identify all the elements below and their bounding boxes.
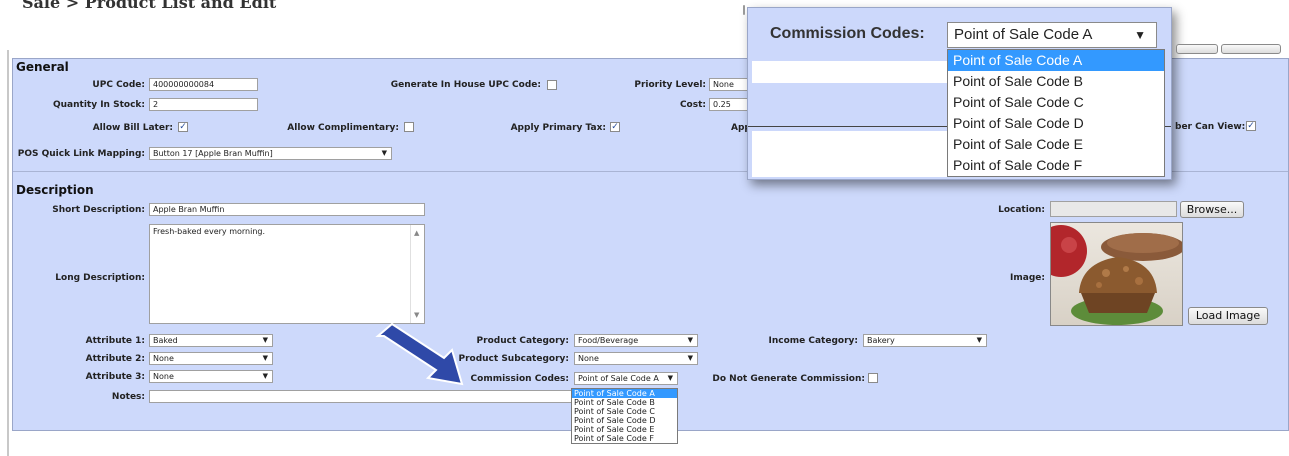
attribute-2-label: Attribute 2:: [85, 354, 145, 364]
zoom-commission-value: Point of Sale Code A: [954, 26, 1093, 43]
primary-tax-label: Apply Primary Tax:: [510, 123, 606, 133]
image-label: Image:: [1010, 273, 1045, 283]
chevron-down-icon: ▼: [976, 336, 982, 344]
attribute-3-select[interactable]: None ▼: [149, 370, 273, 383]
attribute-3-label: Attribute 3:: [85, 372, 145, 382]
upc-input[interactable]: 400000000084: [149, 78, 258, 91]
product-category-label: Product Category:: [476, 336, 569, 346]
arrow-pointer-icon: [375, 322, 464, 386]
browse-button[interactable]: Browse...: [1180, 201, 1244, 218]
product-image: [1050, 222, 1183, 326]
load-image-button[interactable]: Load Image: [1188, 307, 1268, 325]
short-description-input[interactable]: Apple Bran Muffin: [149, 203, 425, 216]
attribute-3-value: None: [153, 372, 174, 381]
attribute-2-value: None: [153, 354, 174, 363]
commission-codes-select[interactable]: Point of Sale Code A ▼: [574, 372, 678, 385]
pos-link-select[interactable]: Button 17 [Apple Bran Muffin] ▼: [149, 147, 392, 160]
generate-upc-label: Generate In House UPC Code:: [390, 80, 541, 90]
product-subcategory-label: Product Subcategory:: [458, 354, 569, 364]
chevron-down-icon: ▼: [667, 374, 673, 382]
chevron-down-icon: ▼: [262, 372, 268, 380]
product-category-select[interactable]: Food/Beverage ▼: [574, 334, 698, 347]
zoom-option[interactable]: Point of Sale Code A: [948, 50, 1164, 71]
breadcrumb: Sale > Product List and Edit: [22, 0, 277, 12]
muffin-image-icon: [1051, 225, 1182, 325]
income-category-select[interactable]: Bakery ▼: [863, 334, 987, 347]
zoom-option[interactable]: Point of Sale Code E: [948, 134, 1164, 155]
quantity-input[interactable]: 2: [149, 98, 258, 111]
complimentary-checkbox[interactable]: [404, 122, 414, 132]
toolbar-button[interactable]: [1176, 44, 1218, 54]
priority-label: Priority Level:: [634, 80, 706, 90]
chevron-down-icon: ▼: [381, 149, 387, 157]
notes-label: Notes:: [111, 392, 145, 402]
attribute-1-value: Baked: [153, 336, 178, 345]
generate-upc-checkbox[interactable]: [547, 80, 557, 90]
zoom-commission-select[interactable]: Point of Sale Code A ▼: [947, 22, 1157, 48]
zoom-option[interactable]: Point of Sale Code D: [948, 113, 1164, 134]
commission-option[interactable]: Point of Sale Code E: [572, 425, 677, 434]
commission-option[interactable]: Point of Sale Code A: [572, 389, 677, 398]
location-input[interactable]: [1050, 201, 1177, 217]
primary-tax-checkbox[interactable]: ✓: [610, 122, 620, 132]
long-description-textarea[interactable]: Fresh-baked every morning. ▲ ▼: [149, 224, 425, 324]
cost-label: Cost:: [679, 100, 706, 110]
zoom-options-list[interactable]: Point of Sale Code A Point of Sale Code …: [947, 49, 1165, 177]
commission-option[interactable]: Point of Sale Code B: [572, 398, 677, 407]
commission-codes-value: Point of Sale Code A: [578, 374, 659, 383]
section-title-description: Description: [16, 183, 94, 197]
upc-label: UPC Code:: [92, 80, 145, 90]
income-category-value: Bakery: [867, 336, 895, 345]
product-category-value: Food/Beverage: [578, 336, 639, 345]
income-category-label: Income Category:: [768, 336, 858, 346]
textarea-scrollbar[interactable]: ▲ ▼: [410, 225, 424, 323]
chevron-down-icon: ▼: [687, 354, 693, 362]
attribute-2-select[interactable]: None ▼: [149, 352, 273, 365]
bill-later-label: Allow Bill Later:: [92, 123, 173, 133]
section-title-general: General: [16, 60, 69, 74]
bill-later-checkbox[interactable]: ✓: [178, 122, 188, 132]
member-can-view-label: ber Can View:: [1175, 122, 1246, 132]
scroll-up-icon[interactable]: ▲: [414, 229, 419, 237]
long-description-label: Long Description:: [55, 273, 145, 283]
chevron-down-icon: ▼: [262, 336, 268, 344]
zoom-option[interactable]: Point of Sale Code C: [948, 92, 1164, 113]
commission-codes-label: Commission Codes:: [470, 374, 569, 384]
pos-link-value: Button 17 [Apple Bran Muffin]: [153, 149, 273, 158]
member-can-view-checkbox[interactable]: ✓: [1246, 121, 1256, 131]
chevron-down-icon: ▼: [262, 354, 268, 362]
commission-option[interactable]: Point of Sale Code F: [572, 434, 677, 443]
no-commission-label: Do Not Generate Commission:: [712, 374, 865, 384]
zoom-callout: Commission Codes: Point of Sale Code A ▼…: [743, 5, 1172, 180]
short-description-label: Short Description:: [52, 205, 145, 215]
no-commission-checkbox[interactable]: [868, 373, 878, 383]
pos-link-label: POS Quick Link Mapping:: [17, 149, 145, 159]
quantity-label: Quantity In Stock:: [52, 100, 145, 110]
long-description-text: Fresh-baked every morning.: [153, 227, 266, 236]
product-subcategory-value: None: [578, 354, 599, 363]
product-subcategory-select[interactable]: None ▼: [574, 352, 698, 365]
chevron-down-icon: ▼: [687, 336, 693, 344]
commission-option[interactable]: Point of Sale Code C: [572, 407, 677, 416]
zoom-commission-label: Commission Codes:: [770, 25, 925, 42]
zoom-option[interactable]: Point of Sale Code B: [948, 71, 1164, 92]
page-border: [7, 50, 9, 456]
location-label: Location:: [998, 205, 1045, 215]
chevron-down-icon: ▼: [1134, 28, 1146, 42]
notes-input[interactable]: [149, 390, 572, 403]
commission-option[interactable]: Point of Sale Code D: [572, 416, 677, 425]
complimentary-label: Allow Complimentary:: [287, 123, 399, 133]
toolbar-button[interactable]: [1221, 44, 1281, 54]
attribute-1-label: Attribute 1:: [85, 336, 145, 346]
zoom-option[interactable]: Point of Sale Code F: [948, 155, 1164, 176]
attribute-1-select[interactable]: Baked ▼: [149, 334, 273, 347]
commission-options-list[interactable]: Point of Sale Code A Point of Sale Code …: [571, 388, 678, 444]
